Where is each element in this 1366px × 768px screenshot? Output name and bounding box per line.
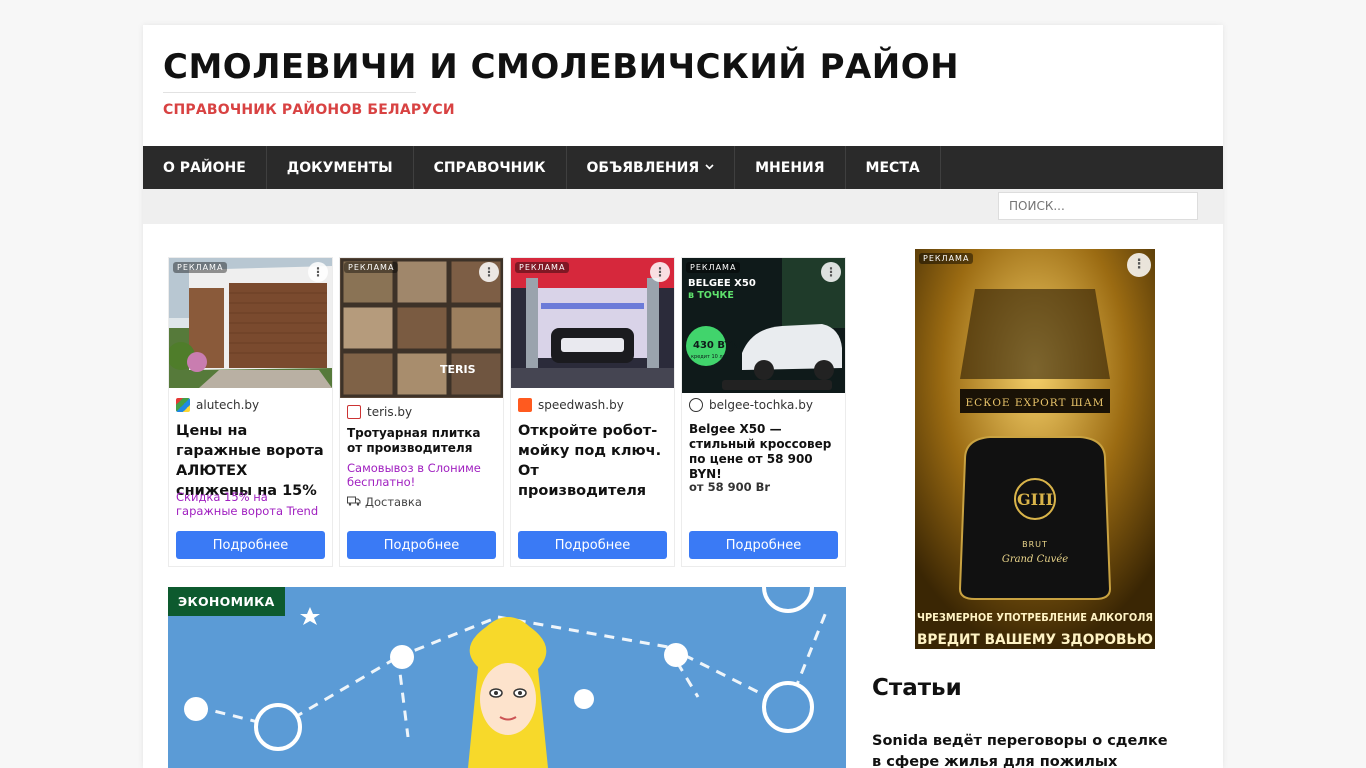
ad-label: РЕКЛАМА [686, 262, 741, 273]
ad-price: от 58 900 Br [689, 480, 771, 494]
ad-card-alutech[interactable]: РЕКЛАМА ⋮ alutech.by Цены на гаражные во… [168, 257, 333, 567]
ad-more-button[interactable]: Подробнее [518, 531, 667, 559]
belgee-logo-icon [689, 398, 703, 412]
ad-image-sub: в ТОЧКЕ [688, 290, 734, 301]
ad-delivery: Доставка [347, 495, 422, 509]
nav-item-ads[interactable]: ОБЪЯВЛЕНИЯ [567, 146, 736, 189]
ad-warning-line2: ВРЕДИТ ВАШЕМУ ЗДОРОВЬЮ [917, 632, 1153, 648]
page-container: СМОЛЕВИЧИ И СМОЛЕВИЧСКИЙ РАЙОН СПРАВОЧНИ… [143, 25, 1223, 768]
teris-logo-icon [347, 405, 361, 419]
svg-text:GIII: GIII [1017, 490, 1053, 509]
ad-title[interactable]: Belgee X50 — стильный кроссовер по цене … [689, 422, 841, 482]
title-divider [163, 92, 416, 93]
ad-image-carwash[interactable] [511, 258, 674, 388]
truck-icon [347, 495, 361, 509]
ad-warning-line1: ЧРЕЗМЕРНОЕ УПОТРЕБЛЕНИЕ АЛКОГОЛЯ [917, 612, 1153, 624]
ad-brand-text: ЕСКОЕ EXPORT ШАМ [966, 397, 1105, 409]
ad-more-button[interactable]: Подробнее [176, 531, 325, 559]
ad-card-teris[interactable]: TERIS РЕКЛАМА ⋮ teris.by Тротуарная плит… [339, 257, 504, 567]
main-nav: О РАЙОНЕ ДОКУМЕНТЫ СПРАВОЧНИК ОБЪЯВЛЕНИЯ… [143, 146, 1223, 189]
search-input[interactable] [998, 192, 1198, 220]
ad-card-belgee[interactable]: BELGEE X50 в ТОЧКЕ 430 BYN кредит 10 лет… [681, 257, 846, 567]
ad-image-garage[interactable] [169, 258, 332, 388]
nav-item-about[interactable]: О РАЙОНЕ [143, 146, 267, 189]
ad-title[interactable]: Откройте робот-мойку под ключ. От произв… [518, 421, 670, 501]
nav-item-places[interactable]: МЕСТА [846, 146, 941, 189]
featured-post-image[interactable]: ЭКОНОМИКА [168, 587, 846, 768]
ad-domain[interactable]: belgee-tochka.by [689, 398, 813, 412]
more-vertical-icon[interactable]: ⋮ [650, 262, 670, 282]
more-vertical-icon[interactable]: ⋮ [308, 262, 328, 282]
ad-subtitle[interactable]: Самовывоз в Слониме бесплатно! [347, 461, 499, 489]
widget-title: Статьи [872, 675, 962, 701]
site-description: СПРАВОЧНИК РАЙОНОВ БЕЛАРУСИ [163, 102, 455, 118]
ad-more-button[interactable]: Подробнее [689, 531, 838, 559]
chevron-down-icon [705, 162, 714, 173]
site-title[interactable]: СМОЛЕВИЧИ И СМОЛЕВИЧСКИЙ РАЙОН [163, 47, 959, 87]
ad-grid: РЕКЛАМА ⋮ alutech.by Цены на гаражные во… [168, 257, 846, 567]
ad-subtitle[interactable]: Скидка 15% на гаражные ворота Trend [176, 490, 328, 518]
ad-card-speedwash[interactable]: РЕКЛАМА ⋮ speedwash.by Откройте робот-мо… [510, 257, 675, 567]
more-vertical-icon[interactable]: ⋮ [479, 262, 499, 282]
ad-domain[interactable]: alutech.by [176, 398, 259, 412]
ad-domain[interactable]: teris.by [347, 405, 412, 419]
ad-image-belgee[interactable]: BELGEE X50 в ТОЧКЕ 430 BYN кредит 10 лет [682, 258, 845, 393]
ad-image-brand: TERIS [440, 363, 476, 376]
sidebar-ad[interactable]: ЕСКОЕ EXPORT ШАМ GIII BRUT Grand Cuvée Ч… [915, 249, 1155, 649]
ad-domain[interactable]: speedwash.by [518, 398, 624, 412]
ad-title[interactable]: Цены на гаражные ворота АЛЮТЕХ снижены н… [176, 421, 328, 501]
ad-more-button[interactable]: Подробнее [347, 531, 496, 559]
nav-item-opinions[interactable]: МНЕНИЯ [735, 146, 846, 189]
ad-image-price-note: кредит 10 лет [691, 354, 729, 360]
more-vertical-icon[interactable]: ⋮ [1127, 253, 1151, 277]
ad-label: РЕКЛАМА [344, 262, 399, 273]
speedwash-logo-icon [518, 398, 532, 412]
nav-item-directory[interactable]: СПРАВОЧНИК [414, 146, 567, 189]
ad-product-line1: BRUT [1022, 540, 1048, 549]
ad-label: РЕКЛАМА [919, 253, 974, 264]
article-link[interactable]: Sonida ведёт переговоры о сделке в сфере… [872, 731, 1172, 768]
ad-product-line2: Grand Cuvée [1002, 554, 1068, 565]
nav-item-documents[interactable]: ДОКУМЕНТЫ [267, 146, 414, 189]
ad-label: РЕКЛАМА [515, 262, 570, 273]
more-vertical-icon[interactable]: ⋮ [821, 262, 841, 282]
ad-image-price: 430 BYN [693, 340, 740, 351]
alutech-logo-icon [176, 398, 190, 412]
ad-title[interactable]: Тротуарная плитка от производителя [347, 426, 499, 456]
ad-label: РЕКЛАМА [173, 262, 228, 273]
category-badge[interactable]: ЭКОНОМИКА [168, 587, 285, 616]
ad-image-headline: BELGEE X50 [688, 278, 756, 289]
ad-image-paving[interactable]: TERIS [340, 258, 503, 398]
search-bar [143, 189, 1223, 224]
